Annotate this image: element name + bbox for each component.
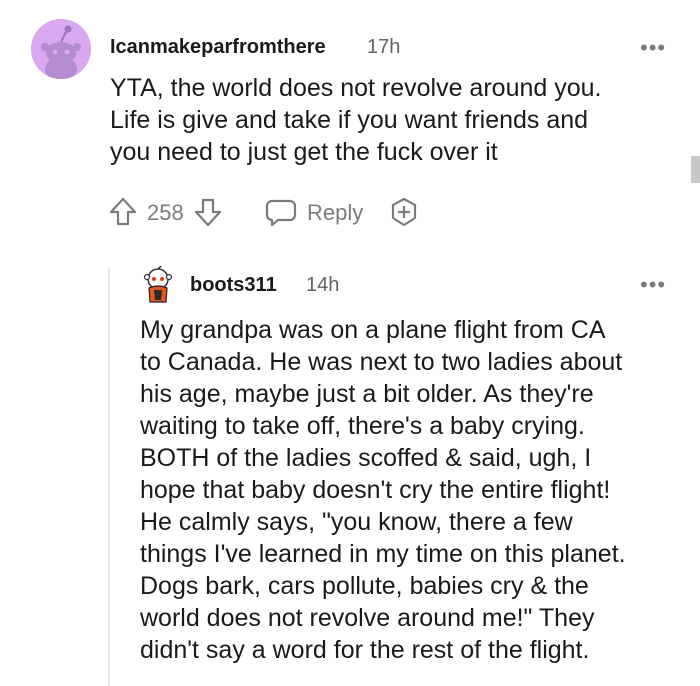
more-options-icon[interactable]: ••• <box>640 272 666 298</box>
reply-label: Reply <box>307 200 364 225</box>
reply-line: Dogs bark, cars pollute, babies cry & th… <box>140 572 589 600</box>
comment-timestamp: 17h <box>367 36 401 58</box>
reply-avatar[interactable] <box>140 264 176 306</box>
reply-button[interactable]: Reply <box>264 196 372 230</box>
reply-line: He calmly says, "you know, there a few <box>140 508 573 536</box>
comment-username[interactable]: Icanmakeparfromthere <box>110 36 326 59</box>
upvote-button[interactable] <box>108 196 138 228</box>
reply-line: My grandpa was on a plane flight from CA <box>140 316 606 344</box>
reply-line: world does not revolve around me!" They <box>140 604 595 632</box>
comment-line: you need to just get the fuck over it <box>110 138 498 166</box>
award-plus-icon <box>391 197 417 227</box>
reply-bubble-icon <box>265 199 297 227</box>
reply-timestamp: 14h <box>306 274 340 296</box>
avatar[interactable] <box>31 19 91 79</box>
reply-line: his age, maybe just a bit older. As they… <box>140 380 594 408</box>
downvote-button[interactable] <box>193 196 223 228</box>
reply-line: hope that baby doesn't cry the entire fl… <box>140 476 611 504</box>
award-button[interactable] <box>388 196 420 228</box>
comment-line: YTA, the world does not revolve around y… <box>110 74 602 102</box>
reply-line: BOTH of the ladies scoffed & said, ugh, … <box>140 444 592 472</box>
reply-line: to Canada. He was next to two ladies abo… <box>140 348 623 376</box>
snoo-avatar-icon <box>31 19 91 79</box>
scrollbar-thumb[interactable] <box>691 156 700 183</box>
comment-body: YTA, the world does not revolve around y… <box>110 72 680 168</box>
reply-username[interactable]: boots311 <box>190 274 277 297</box>
reply-body: My grandpa was on a plane flight from CA… <box>140 314 690 666</box>
downvote-arrow-icon <box>194 198 222 227</box>
reply-line: waiting to take off, there's a baby cryi… <box>140 412 585 440</box>
more-options-icon[interactable]: ••• <box>640 35 666 61</box>
thread-line[interactable] <box>108 268 110 686</box>
upvote-arrow-icon <box>109 197 137 226</box>
reply-line: didn't say a word for the rest of the fl… <box>140 636 590 664</box>
vote-count: 258 <box>147 200 184 225</box>
comment-line: Life is give and take if you want friend… <box>110 106 589 134</box>
reply-line: things I've learned in my time on this p… <box>140 540 626 568</box>
snoo-avatar-icon <box>143 264 173 303</box>
